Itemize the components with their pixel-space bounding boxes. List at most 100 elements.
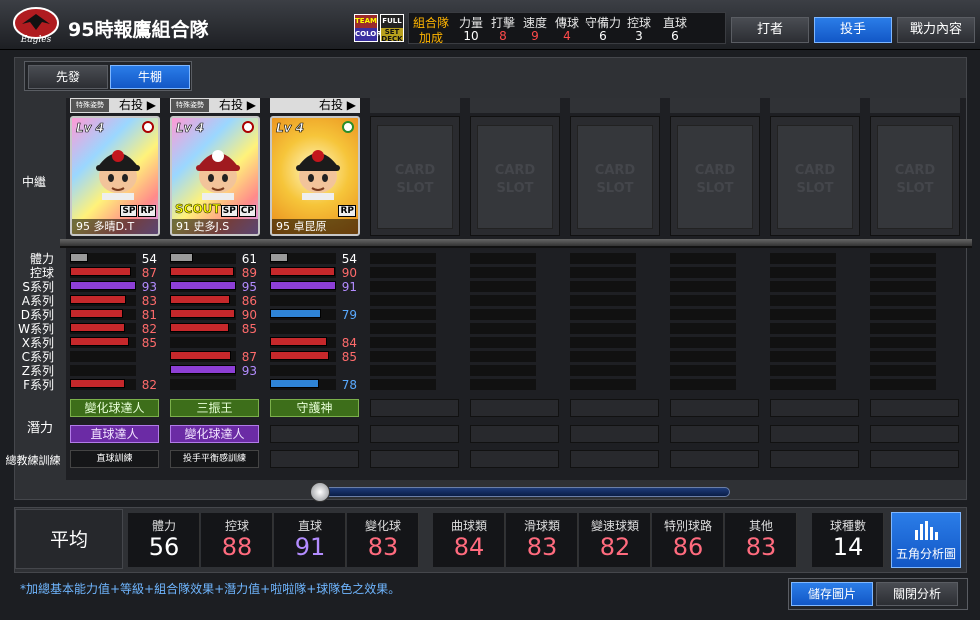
player-name: 95 卓昆原 — [272, 219, 358, 234]
card-slot-placeholder: CARD SLOT — [777, 125, 853, 229]
card-rank-icon — [242, 121, 254, 133]
close-analysis-button[interactable]: 關閉分析 — [876, 582, 958, 606]
stat-bar-track — [770, 267, 836, 278]
combo-stat-value: 10 — [463, 29, 479, 43]
stat-label: F系列 — [23, 378, 54, 392]
stat-bar-track — [470, 309, 536, 320]
average-cell: 曲球類 84 — [433, 513, 505, 567]
card-scrollbar-knob[interactable] — [310, 482, 330, 502]
stat-label: Z系列 — [21, 364, 54, 378]
player-portrait — [196, 150, 240, 200]
card-slot-placeholder: CARD SLOT — [377, 125, 453, 229]
empty-card-slot[interactable]: CARD SLOT — [570, 116, 660, 236]
stat-value: 95 — [241, 280, 257, 294]
average-cell-value: 83 — [526, 533, 558, 561]
stat-bar-track — [470, 379, 536, 390]
card-scrollbar-track[interactable] — [322, 487, 730, 497]
team-color-badge: TEAM COLOR — [354, 14, 382, 42]
average-cell-value: 88 — [221, 533, 253, 561]
stat-bar-fill — [170, 323, 229, 332]
player-card[interactable]: Lv 4 SP RP 95 多晴D.T — [70, 116, 160, 236]
coach-training-cell — [770, 450, 859, 468]
stat-bar-fill — [70, 379, 125, 388]
stat-bar-track — [370, 309, 436, 320]
stat-bar-track — [270, 295, 336, 306]
average-cell-label: 體力 — [151, 519, 176, 533]
position-tag: CP — [238, 205, 256, 217]
potential-cell[interactable]: 變化球達人 — [170, 425, 259, 443]
stat-bar-fill — [270, 337, 327, 346]
footnote: *加總基本能力值+等級+組合隊效果+潛力值+啦啦隊+球隊色之效果。 — [20, 582, 401, 596]
tab-batter[interactable]: 打者 — [731, 17, 809, 43]
stat-bar-fill — [170, 253, 193, 262]
stat-bar-track — [870, 309, 936, 320]
stat-bar-track — [770, 365, 836, 376]
potential-cell[interactable]: 變化球達人 — [70, 399, 159, 417]
stat-bar-track — [570, 281, 636, 292]
stat-bar-track — [470, 295, 536, 306]
save-image-button[interactable]: 儲存圖片 — [791, 582, 873, 606]
svg-text:Eagles: Eagles — [20, 35, 52, 44]
average-cell-value: 91 — [294, 533, 326, 561]
card-slot-text: SLOT — [396, 181, 434, 196]
average-cell-label: 滑球類 — [523, 519, 560, 533]
stat-bar-fill — [70, 267, 131, 276]
tab-pitcher[interactable]: 投手 — [814, 17, 892, 43]
toggle-starter[interactable]: 先發 — [28, 65, 108, 89]
empty-card-slot[interactable]: CARD SLOT — [470, 116, 560, 236]
tab-power[interactable]: 戰力內容 — [897, 17, 975, 43]
potential-cell — [570, 399, 659, 417]
coach-training-cell[interactable]: 投手平衡感訓練 — [170, 450, 259, 468]
card-slot-text: SLOT — [796, 181, 834, 196]
stat-bar-track — [670, 351, 736, 362]
potential-cell[interactable]: 守護神 — [270, 399, 359, 417]
stat-bar-fill — [270, 281, 336, 290]
toggle-bullpen[interactable]: 牛棚 — [110, 65, 190, 89]
stat-bar-track — [70, 365, 136, 376]
stat-bar-track — [670, 309, 736, 320]
potential-cell[interactable]: 直球達人 — [70, 425, 159, 443]
stat-value: 54 — [341, 252, 357, 266]
card-header: 特殊姿勢 右投 ▶ — [70, 98, 160, 113]
coach-training-cell[interactable]: 直球訓練 — [70, 450, 159, 468]
stat-bar-track — [770, 351, 836, 362]
player-portrait — [96, 150, 140, 200]
stat-bar-track — [570, 267, 636, 278]
player-card[interactable]: Lv 4 RP 95 卓昆原 — [270, 116, 360, 236]
empty-card-slot[interactable]: CARD SLOT — [670, 116, 760, 236]
stat-value: 54 — [141, 252, 157, 266]
potential-cell[interactable]: 三振王 — [170, 399, 259, 417]
team-logo: Eagles — [13, 7, 59, 44]
empty-slot-header — [570, 98, 660, 113]
average-cell-label: 控球 — [224, 519, 249, 533]
stat-bar-track — [870, 281, 936, 292]
combo-stat-value: 6 — [599, 29, 607, 43]
stat-bar-track — [670, 267, 736, 278]
stat-value: 86 — [241, 294, 257, 308]
empty-card-slot[interactable]: CARD SLOT — [770, 116, 860, 236]
position-tag: SP — [220, 205, 238, 217]
potential-cell — [270, 425, 359, 443]
stat-bar-track — [370, 323, 436, 334]
stat-bar-track — [470, 365, 536, 376]
stat-bar-track — [270, 323, 336, 334]
stat-bar-track — [770, 281, 836, 292]
stat-value: 82 — [141, 322, 157, 336]
combo-stat-value: 8 — [499, 29, 507, 43]
combo-stat-value: 3 — [635, 29, 643, 43]
throwing-arm: 右投 ▶ — [218, 98, 256, 112]
empty-card-slot[interactable]: CARD SLOT — [370, 116, 460, 236]
player-card[interactable]: Lv 4 SCOUT SP CP 91 史多J.S — [170, 116, 260, 236]
average-cell-value: 84 — [453, 533, 485, 561]
card-shelf — [60, 239, 972, 248]
empty-slot-header — [470, 98, 560, 113]
card-level: Lv 4 — [176, 121, 205, 136]
average-cell: 變化球 83 — [347, 513, 419, 567]
stat-bar-fill — [270, 351, 329, 360]
card-slot-text: SLOT — [596, 181, 634, 196]
stat-bar-track — [670, 337, 736, 348]
pentagon-chart-button[interactable]: 五角分析圖 — [891, 512, 961, 568]
average-cell-value: 82 — [599, 533, 631, 561]
empty-card-slot[interactable]: CARD SLOT — [870, 116, 960, 236]
potential-cell — [470, 425, 559, 443]
